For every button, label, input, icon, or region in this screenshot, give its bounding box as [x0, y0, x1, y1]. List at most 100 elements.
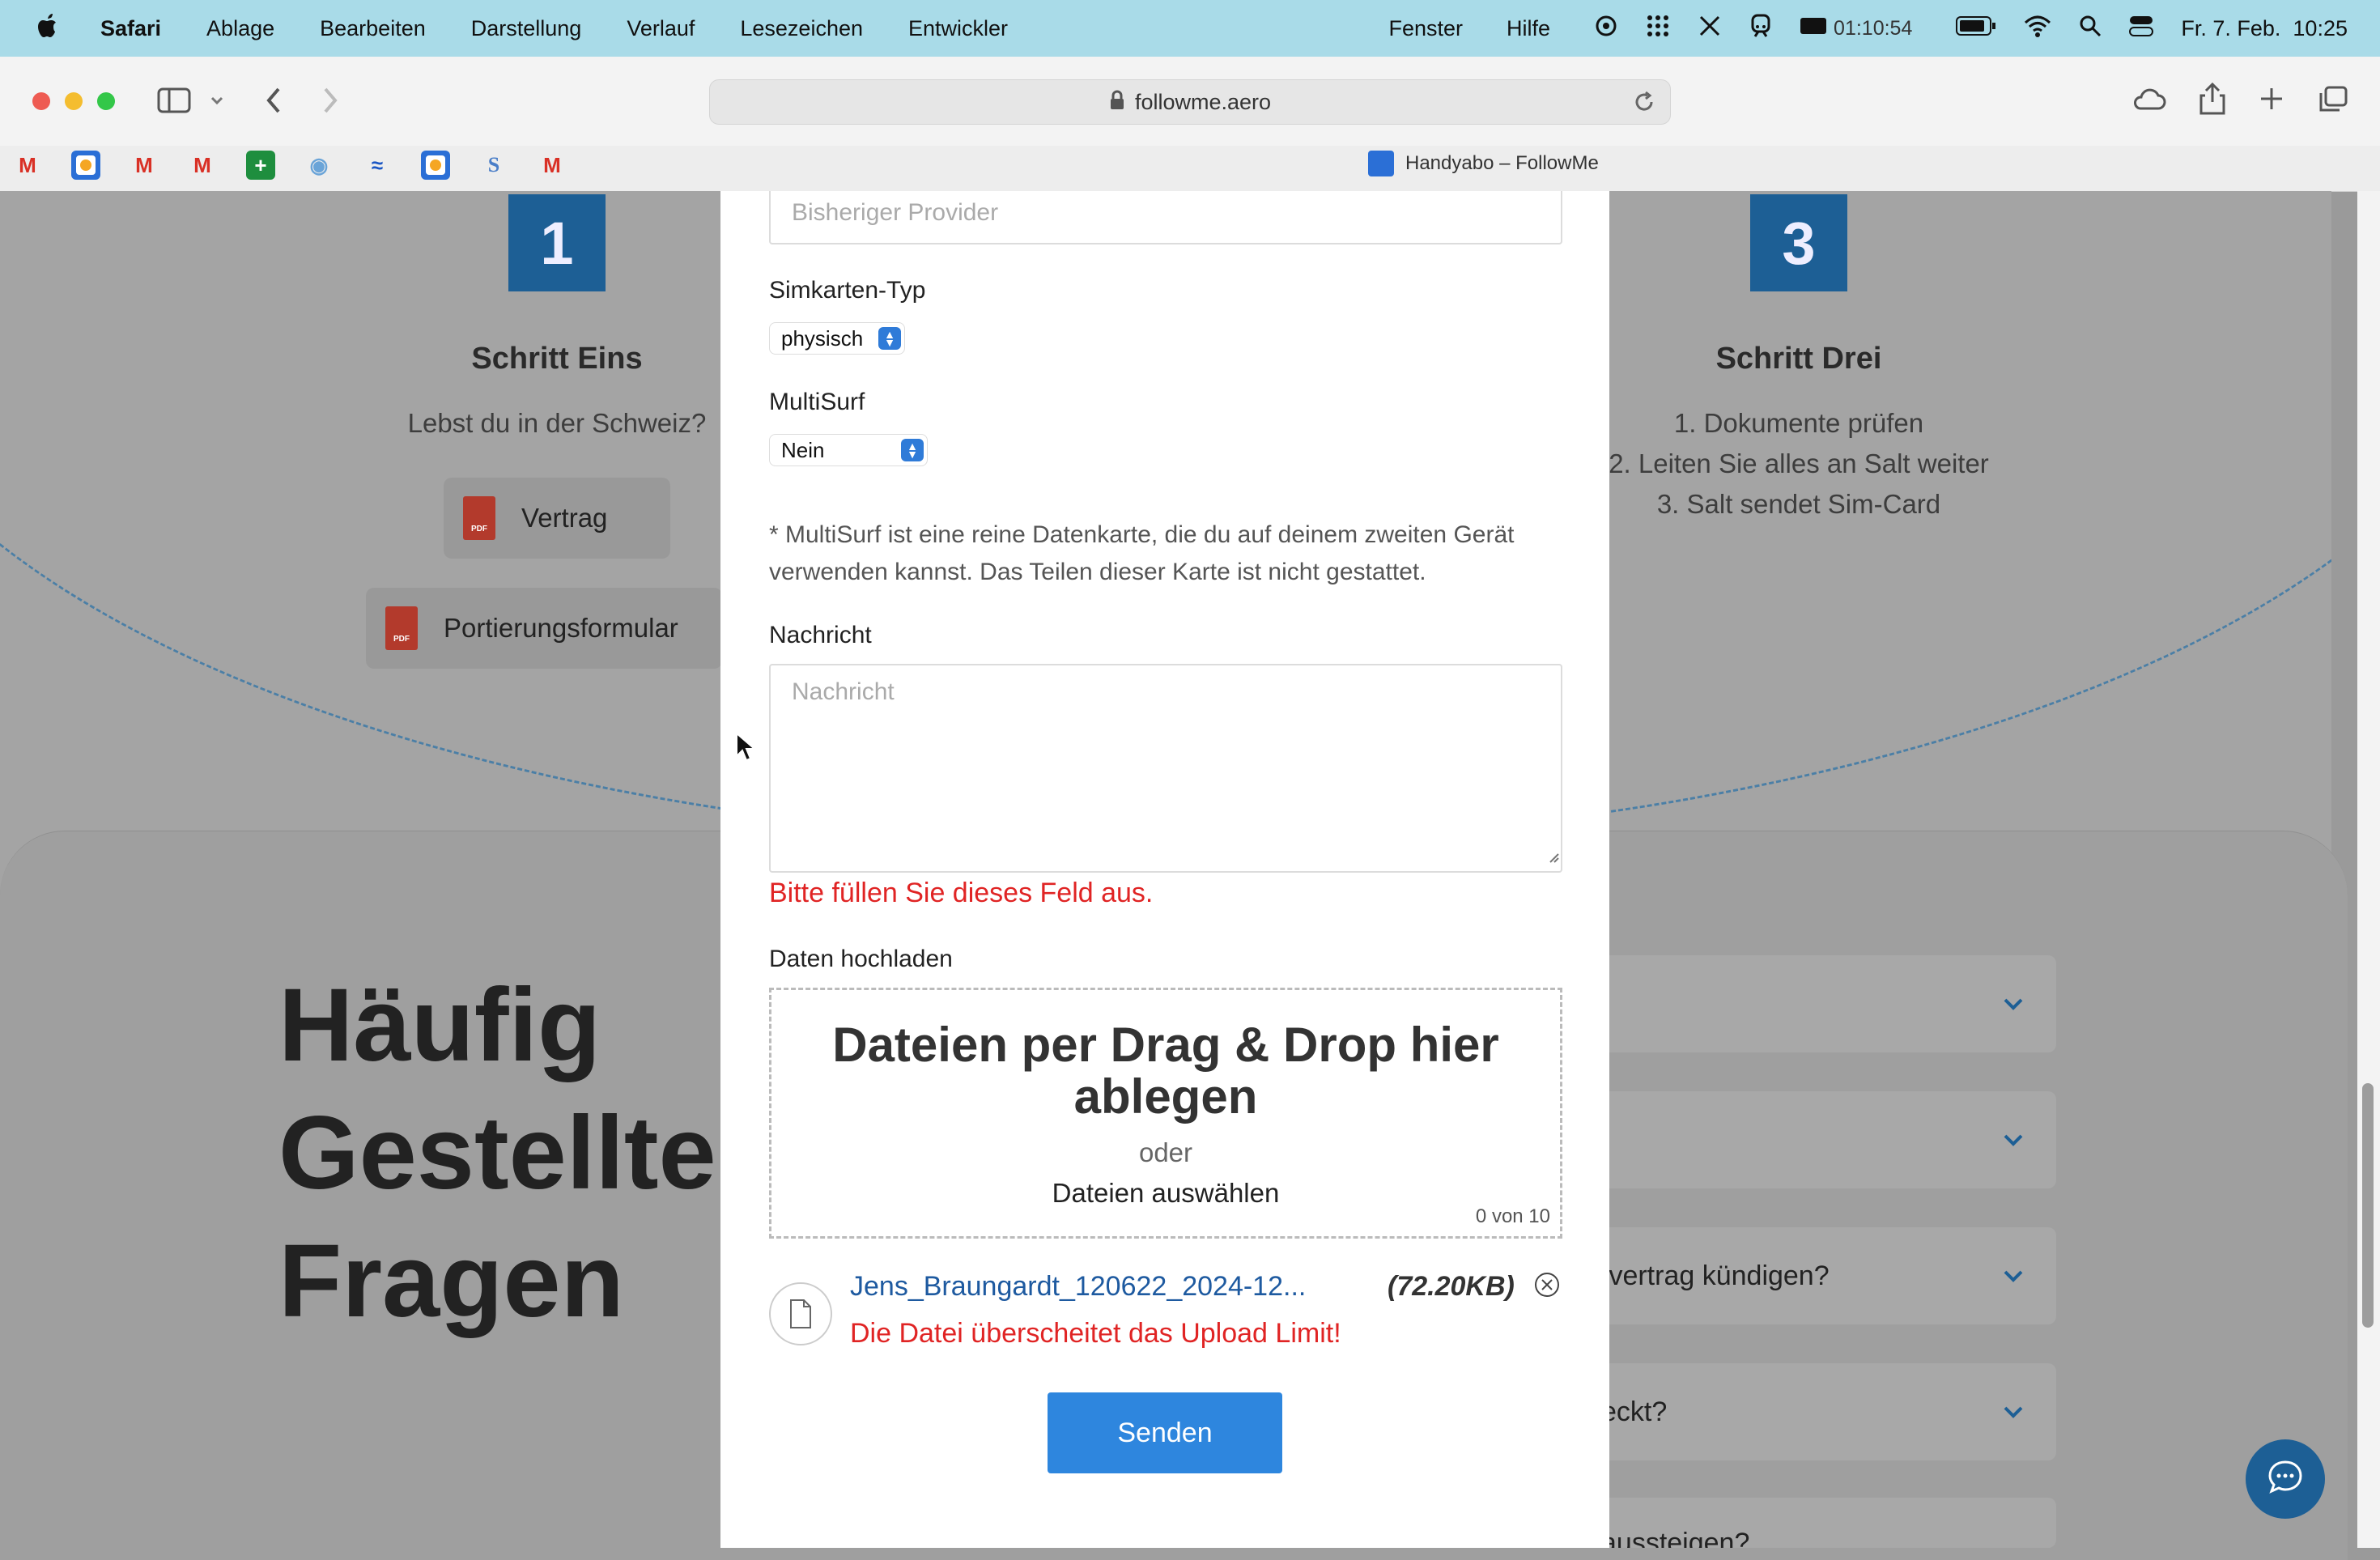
chat-bubble-icon [2265, 1457, 2306, 1502]
battery-icon[interactable] [1956, 15, 1996, 42]
openai-status-icon[interactable] [1594, 14, 1618, 44]
step-one-number: 1 [508, 194, 606, 291]
tools-icon[interactable] [1698, 14, 1722, 44]
multisurf-value: Nein [781, 437, 825, 462]
faq-title-line-1: Häufig [278, 967, 601, 1083]
file-error: Die Datei überscheitet das Upload Limit! [850, 1318, 1341, 1349]
scrollbar-thumb[interactable] [2362, 1083, 2374, 1328]
reload-icon[interactable] [1633, 91, 1655, 117]
resize-handle-icon[interactable] [1546, 842, 1559, 869]
menu-app-safari[interactable]: Safari [100, 16, 161, 41]
lock-icon [1109, 90, 1125, 115]
gmail-favorite-icon-2[interactable]: M [130, 151, 159, 180]
portierungsformular-label: Portierungsformular [444, 613, 678, 643]
multisurf-select[interactable]: Nein ▲ ▼ [769, 434, 928, 466]
sidebar-toggle-icon[interactable] [157, 87, 191, 117]
menu-bearbeiten[interactable]: Bearbeiten [320, 16, 426, 41]
menu-lesezeichen[interactable]: Lesezeichen [740, 16, 863, 41]
select-stepper-icon: ▲ ▼ [878, 327, 901, 350]
gmail-favorite-icon[interactable]: M [13, 151, 42, 180]
tab-favicon-icon [1368, 151, 1394, 176]
battery-timer-icon [1800, 15, 1829, 42]
faq-item[interactable]: eckt? [1538, 1363, 2056, 1460]
chevron-down-icon [2003, 989, 2024, 1017]
minimize-window-button[interactable] [65, 92, 83, 110]
faq-item[interactable] [1538, 1091, 2056, 1188]
portierungsformular-download-button[interactable]: PDF Portierungsformular [366, 588, 722, 669]
message-placeholder: Nachricht [792, 678, 895, 705]
drop-favorite-icon[interactable]: ◉ [304, 151, 334, 180]
forward-button[interactable] [319, 86, 342, 119]
train-icon[interactable] [1749, 14, 1772, 44]
step-three-line-1: 1. Dokumente prüfen [1673, 408, 1924, 438]
menu-fenster[interactable]: Fenster [1388, 16, 1463, 41]
tab-title: Handyabo – FollowMe [1405, 152, 1599, 174]
spotlight-search-icon[interactable] [2079, 15, 2102, 43]
address-bar[interactable]: followme.aero [709, 79, 1671, 125]
vertrag-label: Vertrag [521, 503, 608, 533]
vertrag-download-button[interactable]: PDF Vertrag [444, 478, 670, 559]
simtype-value: physisch [781, 325, 864, 351]
menu-entwickler[interactable]: Entwickler [908, 16, 1008, 41]
chevron-down-icon [2003, 1125, 2024, 1153]
active-tab[interactable]: Handyabo – FollowMe [1368, 151, 1599, 176]
submit-button[interactable]: Senden [1048, 1392, 1282, 1473]
menu-hilfe[interactable]: Hilfe [1507, 16, 1550, 41]
sheets-favorite-icon[interactable]: + [246, 151, 275, 180]
chat-button[interactable] [2246, 1439, 2325, 1519]
step-one-title: Schritt Eins [471, 342, 643, 376]
remove-file-icon[interactable] [1533, 1271, 1561, 1303]
message-textarea[interactable]: Nachricht [769, 664, 1562, 873]
followme-favorite-icon[interactable] [71, 151, 100, 180]
followme-favorite-icon-2[interactable] [421, 151, 450, 180]
new-tab-icon[interactable] [2259, 86, 2284, 116]
pdf-icon: PDF [463, 496, 495, 540]
dropzone-title: Dateien per Drag & Drop hier ablegen [832, 1018, 1499, 1124]
gmail-favorite-icon-3[interactable]: M [188, 151, 217, 180]
faq-title: Häufig Gestellte Fragen [278, 962, 716, 1345]
url-text: followme.aero [1134, 89, 1272, 114]
sidebar-dropdown-chevron-icon[interactable] [209, 92, 225, 113]
faq-title-line-2: Gestellte [278, 1095, 716, 1211]
previous-provider-placeholder: Bisheriger Provider [792, 199, 999, 226]
faq-item[interactable]: tvertrag kündigen? [1538, 1227, 2056, 1324]
menu-ablage[interactable]: Ablage [206, 16, 274, 41]
multisurf-note: * MultiSurf ist eine reine Datenkarte, d… [769, 521, 1515, 585]
clock-datetime[interactable]: Fr. 7. Feb. 10:25 [2181, 16, 2348, 41]
gmail-favorite-icon-4[interactable]: M [538, 151, 567, 180]
apple-menu-icon[interactable] [37, 13, 60, 45]
file-icon [769, 1282, 832, 1345]
timer-widget[interactable]: 01:10:54 [1800, 15, 1912, 42]
dropzone-or: oder [1138, 1137, 1193, 1167]
zoom-window-button[interactable] [97, 92, 115, 110]
back-button[interactable] [262, 86, 285, 119]
previous-provider-input[interactable]: Bisheriger Provider [769, 191, 1562, 244]
faq-item[interactable] [1538, 955, 2056, 1052]
simtype-select[interactable]: physisch ▲ ▼ [769, 322, 905, 355]
apps-grid-icon[interactable] [1646, 14, 1670, 44]
close-window-button[interactable] [32, 92, 50, 110]
faq-item[interactable]: aussteigen? [1538, 1498, 2056, 1548]
step-three-title: Schritt Drei [1715, 342, 1882, 376]
pdf-icon-2: PDF [385, 606, 418, 650]
order-form-modal: Bisheriger Provider Simkarten-Typ physis… [720, 191, 1609, 1548]
menu-bar: Safari Ablage Bearbeiten Darstellung Ver… [0, 0, 2380, 57]
icloud-tabs-icon[interactable] [2132, 87, 2166, 116]
menu-darstellung[interactable]: Darstellung [471, 16, 582, 41]
bolt-favorite-icon[interactable]: ≈ [363, 151, 392, 180]
control-center-icon[interactable] [2129, 15, 2154, 43]
wifi-icon[interactable] [2024, 15, 2051, 43]
page-scrollbar[interactable] [2357, 191, 2380, 1548]
file-dropzone[interactable]: Dateien per Drag & Drop hier ablegen ode… [769, 988, 1562, 1239]
file-name-link[interactable]: Jens_Braungardt_120622_2024-12... [850, 1271, 1306, 1303]
faq-title-line-3: Fragen [278, 1223, 624, 1339]
timer-text: 01:10:54 [1834, 16, 1913, 40]
upload-label: Daten hochladen [769, 946, 953, 972]
step-one-text: Lebst du in der Schweiz? [407, 408, 707, 438]
select-files-link[interactable]: Dateien auswählen [771, 1178, 1560, 1209]
s-favorite-icon[interactable]: S [479, 151, 508, 180]
share-icon[interactable] [2199, 82, 2226, 119]
select-stepper-icon: ▲ ▼ [901, 439, 924, 461]
menu-verlauf[interactable]: Verlauf [627, 16, 695, 41]
tab-overview-icon[interactable] [2318, 86, 2348, 117]
